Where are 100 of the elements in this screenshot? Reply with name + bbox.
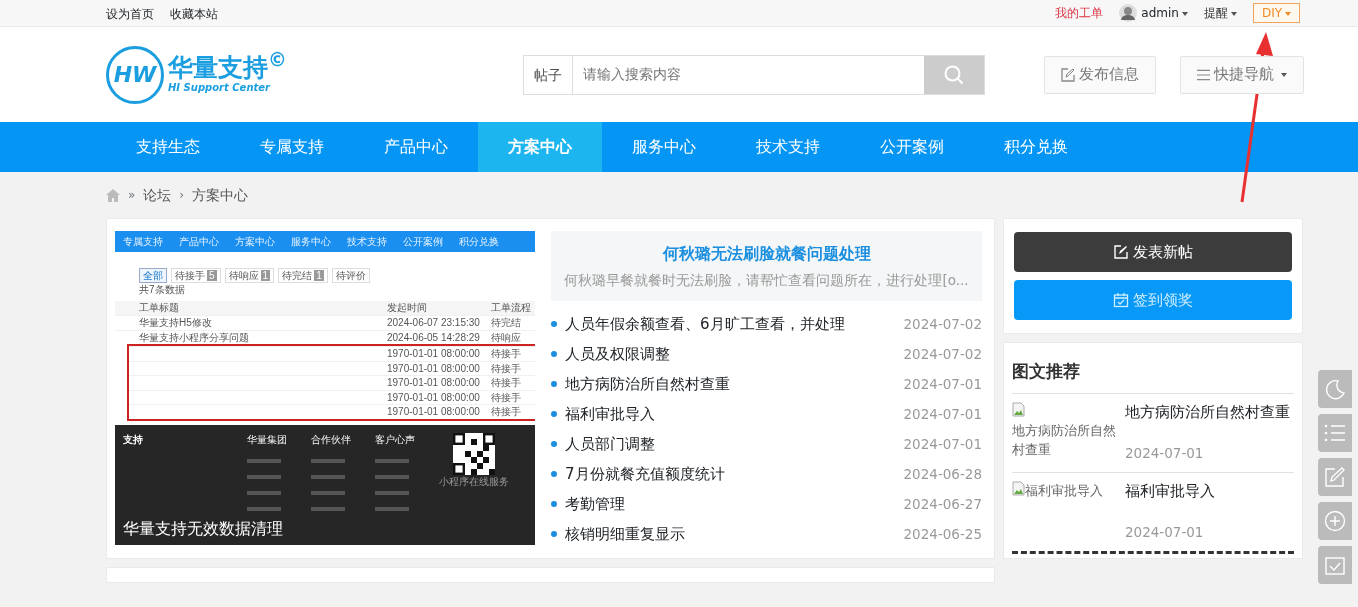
- slide-nav-item: 方案中心: [235, 234, 275, 249]
- top-link[interactable]: 设为首页: [106, 5, 154, 23]
- bullet-icon: [551, 531, 557, 537]
- slide-nav-item: 技术支持: [347, 234, 387, 249]
- thread-date: 2024-06-25: [903, 524, 982, 544]
- thread-date: 2024-06-28: [903, 464, 982, 484]
- thread-date: 2024-07-01: [903, 374, 982, 394]
- slide-cell: 工单流程: [491, 301, 531, 315]
- plus-icon: [1324, 510, 1346, 532]
- slide-tab: 待接手 5: [171, 268, 221, 283]
- slide-cell-text: 2024-06-07 23:15:30: [387, 316, 481, 330]
- calendar-icon: [1113, 292, 1129, 308]
- breadcrumb-link[interactable]: 论坛: [143, 184, 172, 206]
- search-field[interactable]: 帖子 请输入搜索内容: [522, 54, 985, 95]
- bullet-icon: [551, 441, 557, 447]
- float-tool-button[interactable]: [1318, 546, 1352, 584]
- slide-tab: 待完结 1: [278, 268, 328, 283]
- qr-code-drawing: [453, 432, 495, 475]
- bullet-icon: [551, 351, 557, 357]
- quick-nav-button[interactable]: 快捷导航: [1180, 55, 1304, 94]
- home-icon: [106, 188, 120, 202]
- slide-cell-text: 1970-01-01 08:00:00: [387, 405, 481, 419]
- publish-button[interactable]: 发布信息: [1044, 55, 1156, 94]
- caret-icon: [1230, 11, 1237, 16]
- slide-tab: 待评价: [331, 268, 370, 283]
- list-icon: [1197, 68, 1210, 81]
- edit-icon: [1113, 244, 1129, 260]
- slide-tab: 全部: [139, 268, 167, 283]
- avatar-icon: [1119, 4, 1138, 22]
- image-alt-text: 福利审批导入: [1025, 481, 1103, 500]
- qr-caption: 小程序在线服务: [439, 474, 509, 489]
- broken-image-icon: [1012, 401, 1025, 417]
- caret-icon: [1281, 72, 1287, 77]
- thread-link[interactable]: 核销明细重复显示: [565, 522, 685, 546]
- slide-cell-text: 华量支持小程序分享问题: [139, 330, 250, 344]
- breadcrumb-link[interactable]: 方案中心: [192, 184, 249, 206]
- broken-image-icon: [1012, 480, 1025, 496]
- thread-date: 2024-06-27: [903, 494, 982, 514]
- slide-nav-item: 专属支持: [123, 234, 163, 249]
- slide-footer-heading: 华量集团: [247, 432, 287, 447]
- thread-date: 2024-07-02: [903, 344, 982, 364]
- search-button[interactable]: [923, 55, 984, 94]
- top-link[interactable]: 收藏本站: [170, 5, 218, 23]
- recommend-link[interactable]: 福利审批导入: [1125, 480, 1215, 503]
- recommend-link[interactable]: 地方病防治所自然村查重: [1125, 401, 1290, 424]
- moon-icon: [1324, 378, 1346, 400]
- slide-nav-item: 公开案例: [403, 234, 443, 249]
- breadcrumb-separator: ›: [179, 187, 185, 204]
- thread-link[interactable]: 人员部门调整: [565, 432, 655, 456]
- slide-cell-text: 1970-01-01 08:00:00: [387, 361, 481, 375]
- slide-cell-text: 华量支持H5修改: [139, 316, 213, 330]
- my-orders-link[interactable]: 我的工单: [1055, 4, 1104, 22]
- caret-icon: [1285, 11, 1291, 16]
- float-tool-button[interactable]: [1318, 414, 1352, 452]
- slide-cell-text: 发起时间: [387, 301, 428, 315]
- thread-link[interactable]: 人员及权限调整: [565, 342, 670, 366]
- sidebar-button[interactable]: 发表新帖: [1014, 232, 1292, 272]
- bullet-icon: [551, 501, 557, 507]
- reminder-menu[interactable]: 提醒: [1203, 4, 1237, 22]
- slide-cell-text: 1970-01-01 08:00:00: [387, 376, 481, 390]
- slide-nav-item: 产品中心: [179, 234, 219, 249]
- slide-nav-item: 服务中心: [291, 234, 331, 249]
- list-icon: [1324, 423, 1346, 443]
- slide-nav-item: 积分兑换: [459, 234, 499, 249]
- thread-link[interactable]: 人员年假余额查看、6月旷工查看，并处理: [565, 312, 845, 336]
- search-scope[interactable]: 帖子: [523, 55, 573, 94]
- slide-tab: 待响应 1: [224, 268, 275, 283]
- bullet-icon: [551, 471, 557, 477]
- slide-cell-text: 待完结: [491, 316, 522, 330]
- slide-screenshot[interactable]: [115, 231, 535, 545]
- thread-link[interactable]: 考勤管理: [565, 492, 625, 516]
- logo-mark: HW: [106, 45, 164, 104]
- caret-icon: [1181, 11, 1188, 16]
- slide-cell-text: 待接手: [491, 361, 522, 375]
- image-alt-text: 地方病防治所自然村查重: [1012, 422, 1117, 459]
- edit-icon: [1324, 466, 1346, 488]
- slide-footer-heading: 合作伙伴: [311, 432, 351, 447]
- thread-link[interactable]: 7月份就餐充值额度统计: [565, 462, 725, 486]
- slide-cell-text: 1970-01-01 08:00:00: [387, 390, 481, 404]
- slide-footer-heading: 客户心声: [375, 432, 415, 447]
- user-menu[interactable]: admin: [1141, 4, 1188, 22]
- edit-icon: [1061, 67, 1075, 82]
- thread-date: 2024-07-02: [903, 314, 982, 334]
- featured-summary: 何秋璐早餐就餐时无法刷脸，请帮忙查看问题所在，进行处理[o...: [564, 270, 969, 290]
- float-tool-button[interactable]: [1318, 370, 1352, 408]
- float-tool-button[interactable]: [1318, 502, 1352, 540]
- bullet-icon: [551, 381, 557, 387]
- bullet-icon: [551, 321, 557, 327]
- thread-link[interactable]: 地方病防治所自然村查重: [565, 372, 730, 396]
- breadcrumb-separator: »: [128, 187, 136, 204]
- slide-cell-text: 待接手: [491, 376, 522, 390]
- checkbox-icon: [1324, 554, 1346, 576]
- section-title: 图文推荐: [1012, 351, 1294, 394]
- thread-link[interactable]: 福利审批导入: [565, 402, 655, 426]
- slide-cell-text: 1970-01-01 08:00:00: [387, 347, 481, 361]
- thread-date: 2024-07-01: [903, 434, 982, 454]
- search-icon: [942, 63, 965, 86]
- float-tool-button[interactable]: [1318, 458, 1352, 496]
- bullet-icon: [551, 411, 557, 417]
- recommend-date: 2024-07-01: [1125, 444, 1205, 464]
